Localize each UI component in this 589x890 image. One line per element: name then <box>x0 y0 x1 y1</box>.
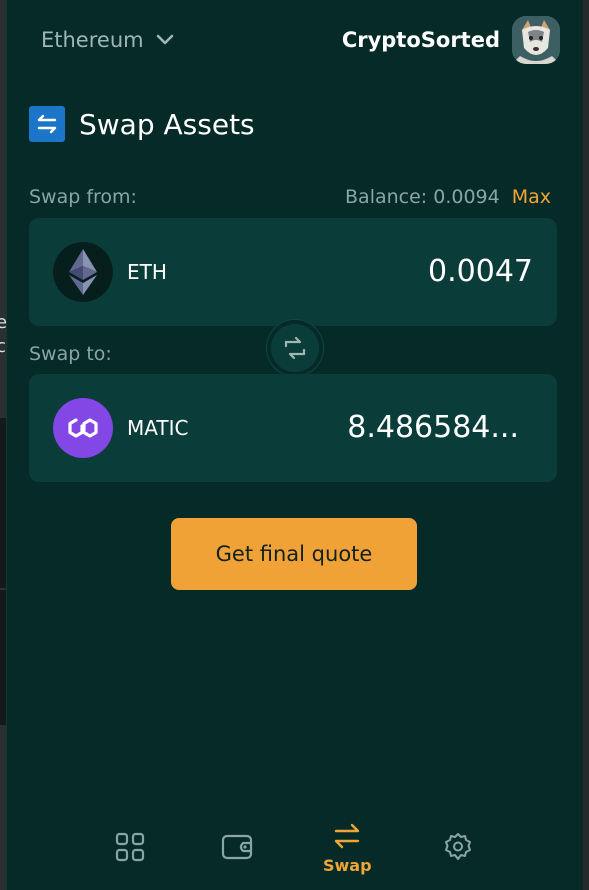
account-name: CryptoSorted <box>341 28 500 52</box>
swap-to-label: Swap to: <box>29 343 112 365</box>
bottom-nav: Swap <box>7 810 584 890</box>
network-selector[interactable]: Ethereum <box>41 28 174 52</box>
swap-icon <box>335 823 360 849</box>
max-button[interactable]: Max <box>512 186 551 208</box>
network-label: Ethereum <box>41 28 144 52</box>
switch-direction-button[interactable] <box>267 320 323 376</box>
to-token-symbol: MATIC <box>127 416 189 440</box>
swap-from-card[interactable]: ETH 0.0047 <box>29 218 557 326</box>
from-token-symbol: ETH <box>127 260 167 284</box>
background-window-edge-right <box>583 0 589 890</box>
matic-logo-icon <box>53 398 113 458</box>
nav-label-swap: Swap <box>323 856 372 875</box>
chevron-down-icon <box>156 34 174 46</box>
swap-from-label: Swap from: <box>29 186 137 208</box>
nav-item-settings[interactable] <box>443 832 473 862</box>
page-header: Swap Assets <box>29 106 255 142</box>
to-amount: 8.486584... <box>347 410 519 445</box>
balance-text: Balance: 0.0094 <box>345 186 500 208</box>
swap-arrows-icon <box>29 106 65 142</box>
swap-to-card[interactable]: MATIC 8.486584... <box>29 374 557 482</box>
nav-item-home[interactable] <box>115 832 145 862</box>
wallet-icon <box>221 834 253 860</box>
from-amount[interactable]: 0.0047 <box>428 254 533 289</box>
header: Ethereum CryptoSorted <box>7 0 584 84</box>
swap-direction-icon <box>284 336 306 360</box>
eth-logo-icon <box>53 242 113 302</box>
balance-row: Balance: 0.0094 Max <box>345 186 551 208</box>
account-menu[interactable]: CryptoSorted <box>342 16 560 64</box>
page-title: Swap Assets <box>79 107 255 141</box>
wallet-popup: Ethereum CryptoSorted Swap Assets Swap f… <box>6 0 583 890</box>
grid-icon <box>115 832 145 862</box>
get-final-quote-button[interactable]: Get final quote <box>171 518 417 590</box>
avatar[interactable] <box>512 16 560 64</box>
gear-icon <box>445 833 471 860</box>
nav-item-wallet[interactable] <box>221 832 255 862</box>
nav-item-swap[interactable]: Swap <box>323 822 372 875</box>
